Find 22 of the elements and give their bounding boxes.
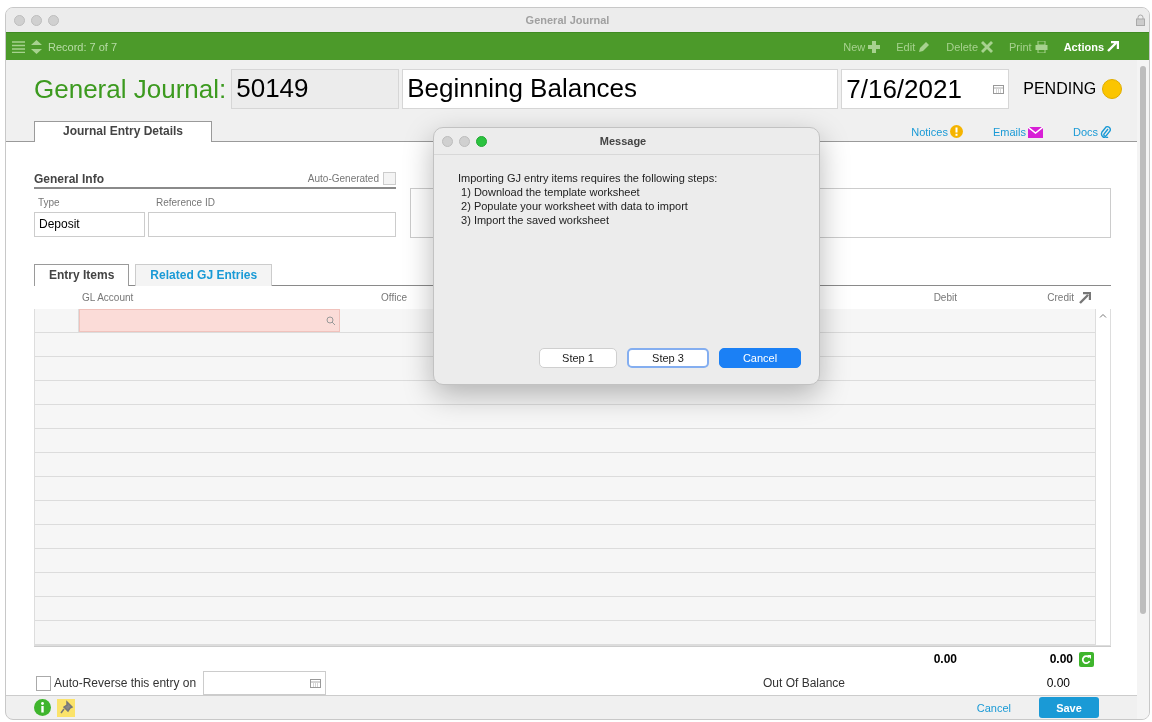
record-counter: Record: 7 of 7 bbox=[48, 40, 118, 53]
dialog-title: Message bbox=[598, 135, 648, 147]
debit-total: 0.00 bbox=[932, 652, 957, 666]
section-title: General Info bbox=[34, 171, 104, 186]
credit-total: 0.00 bbox=[1049, 652, 1073, 666]
checkbox-label: Auto-Generated bbox=[307, 173, 379, 184]
field-label: Type bbox=[37, 197, 61, 210]
column-header: GL Account bbox=[81, 292, 135, 303]
column-header: Debit bbox=[932, 292, 957, 303]
message-text: 2) Populate your worksheet with data to import bbox=[460, 199, 689, 213]
status-label: PENDING bbox=[1023, 80, 1097, 98]
page-title: General Journal: bbox=[34, 73, 227, 105]
window-title: General Journal bbox=[524, 14, 611, 26]
column-header: Office bbox=[380, 292, 408, 303]
message-text: 3) Import the saved worksheet bbox=[460, 213, 610, 227]
balance-label: Out Of Balance bbox=[761, 676, 845, 690]
checkbox-label: Auto-Reverse this entry on bbox=[54, 676, 197, 690]
field-label: Reference ID bbox=[155, 197, 215, 210]
message-text: 1) Download the template worksheet bbox=[460, 185, 641, 199]
column-header: Credit bbox=[1047, 292, 1074, 303]
balance-value: 0.00 bbox=[1045, 676, 1071, 690]
message-text: Importing GJ entry items requires the following steps: bbox=[458, 171, 719, 185]
